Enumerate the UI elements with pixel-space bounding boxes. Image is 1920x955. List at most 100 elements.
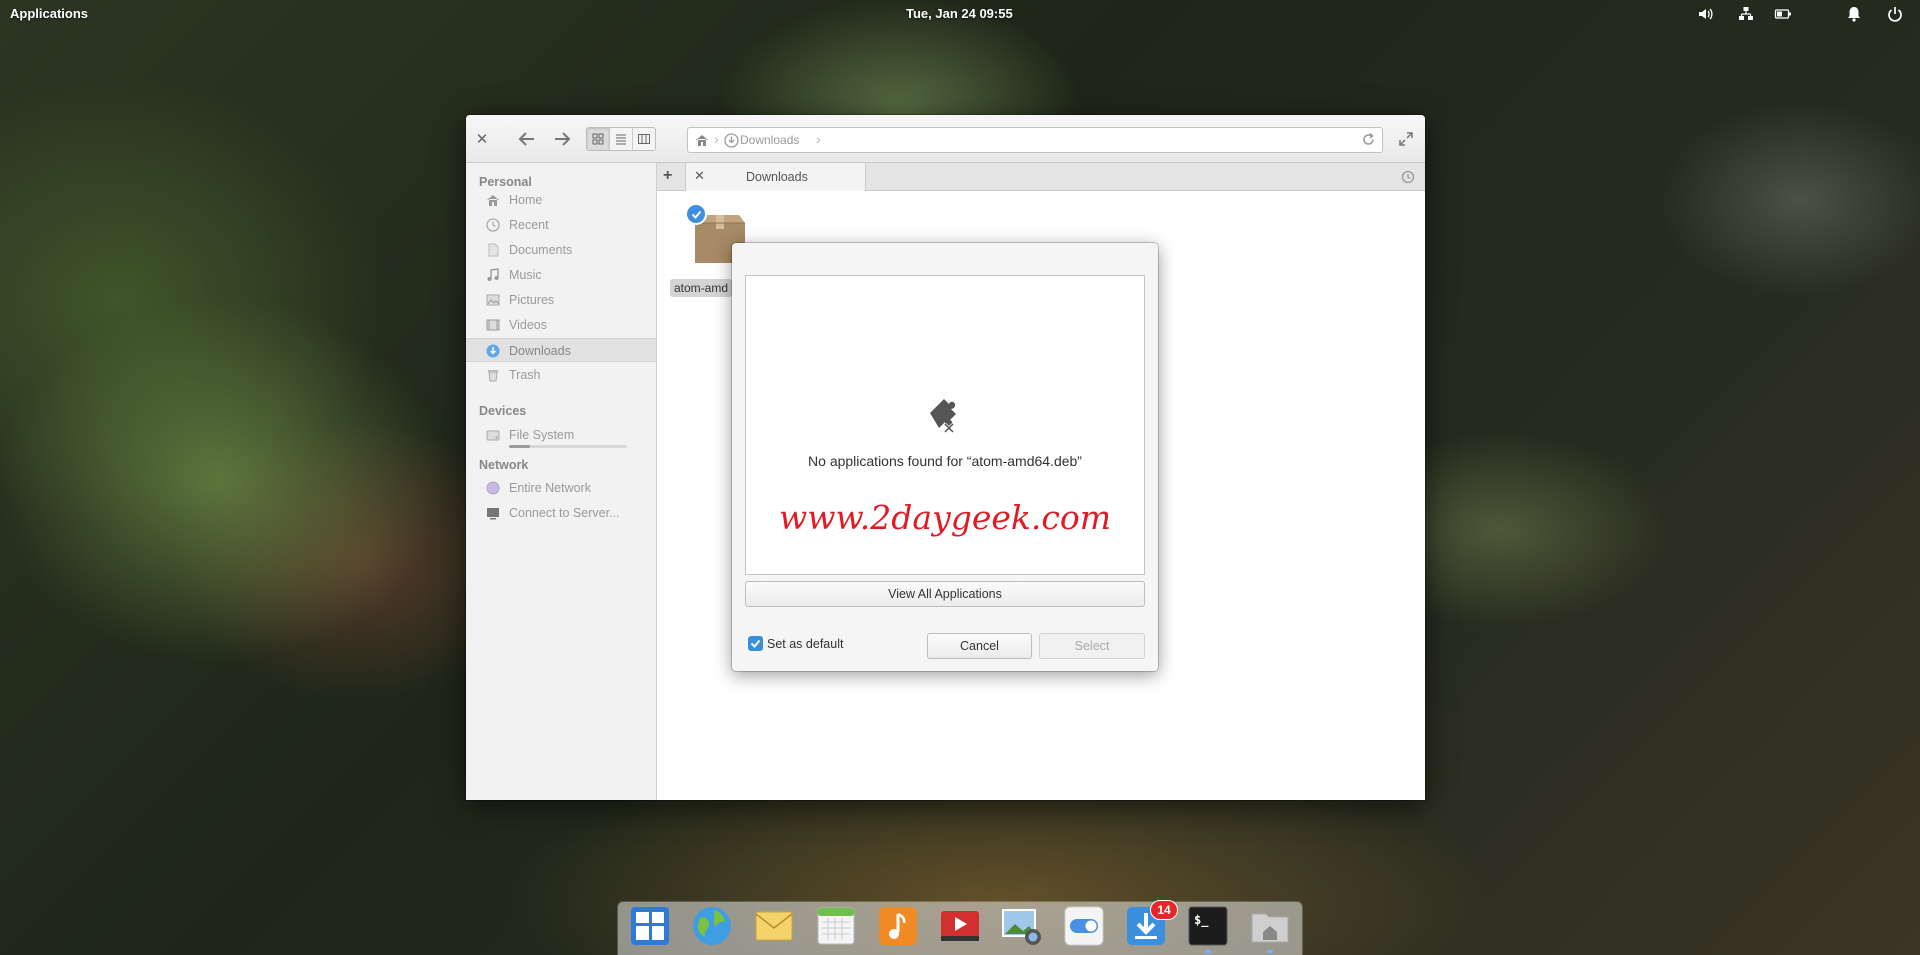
videos-icon xyxy=(941,911,979,941)
maximize-icon xyxy=(1399,132,1413,146)
sidebar-item-pictures[interactable]: Pictures xyxy=(466,288,656,312)
closed-tabs-history-icon[interactable] xyxy=(1401,170,1415,187)
server-icon xyxy=(486,506,500,520)
dock-app-web-browser[interactable] xyxy=(690,904,734,948)
close-tab-button[interactable]: ✕ xyxy=(694,168,705,184)
battery-icon[interactable] xyxy=(1774,5,1792,23)
sidebar-item-label: Downloads xyxy=(509,344,571,358)
cancel-button[interactable]: Cancel xyxy=(927,633,1032,659)
checkmark-icon xyxy=(750,639,761,648)
list-view-button[interactable] xyxy=(610,128,633,150)
crumb-separator-icon: › xyxy=(714,131,719,147)
dock-app-videos[interactable] xyxy=(938,904,982,948)
sidebar-item-home[interactable]: Home xyxy=(466,188,656,212)
update-count-badge: 14 xyxy=(1150,900,1178,920)
settings-toggle-icon xyxy=(1064,906,1104,946)
home-icon[interactable] xyxy=(694,132,710,151)
maximize-button[interactable] xyxy=(1397,130,1415,148)
sidebar-item-downloads[interactable]: Downloads xyxy=(466,338,656,362)
file-name: atom-amd xyxy=(670,279,732,297)
path-crumb-current[interactable]: Downloads xyxy=(740,133,799,147)
terminal-icon: $_ xyxy=(1188,906,1228,946)
sidebar-heading-personal: Personal xyxy=(479,175,532,189)
plus-icon: + xyxy=(663,167,673,184)
recent-icon xyxy=(486,218,500,232)
storage-usage-bar xyxy=(509,445,627,448)
close-icon: ✕ xyxy=(475,131,489,148)
sidebar-heading-network: Network xyxy=(479,458,529,472)
sidebar-item-label: Documents xyxy=(509,243,573,257)
pictures-icon xyxy=(486,293,500,307)
grid-icon xyxy=(592,133,604,145)
sidebar-item-documents[interactable]: Documents xyxy=(466,238,656,262)
dock-app-appcenter[interactable]: 14 xyxy=(1124,900,1178,948)
arrow-left-icon xyxy=(518,132,534,146)
column-view-button[interactable] xyxy=(633,128,655,150)
clock[interactable]: Tue, Jan 24 09:55 xyxy=(906,6,1013,21)
tab-downloads[interactable]: ✕ Downloads xyxy=(685,163,866,191)
arrow-right-icon xyxy=(555,132,571,146)
power-icon[interactable] xyxy=(1886,5,1904,23)
select-button[interactable]: Select xyxy=(1039,633,1145,659)
sidebar-item-entire-network[interactable]: Entire Network xyxy=(466,476,656,500)
svg-text:$_: $_ xyxy=(1194,913,1209,928)
web-browser-icon xyxy=(693,907,731,945)
running-indicator xyxy=(1267,950,1273,953)
dock-app-music[interactable] xyxy=(876,904,920,948)
sidebar-item-recent[interactable]: Recent xyxy=(466,213,656,237)
sidebar-item-label: Pictures xyxy=(509,293,555,307)
documents-icon xyxy=(486,243,500,257)
downloads-icon xyxy=(486,344,500,358)
videos-icon xyxy=(486,318,500,332)
network-icon[interactable] xyxy=(1737,5,1755,23)
view-all-applications-button[interactable]: View All Applications xyxy=(745,581,1145,607)
dock-app-mail[interactable] xyxy=(752,904,796,948)
sidebar-item-trash[interactable]: Trash xyxy=(466,363,656,387)
close-window-button[interactable]: ✕ xyxy=(474,129,490,149)
sidebar-item-label: Connect to Server... xyxy=(509,506,620,520)
sidebar-item-label: Recent xyxy=(509,218,549,232)
sidebar-item-label: Videos xyxy=(509,318,547,332)
view-mode-switcher xyxy=(586,127,656,151)
dock-app-system-settings[interactable] xyxy=(1062,904,1106,948)
sidebar-heading-devices: Devices xyxy=(479,404,527,418)
top-panel: Applications Tue, Jan 24 09:55 xyxy=(0,0,1920,28)
tab-bar: + ✕ Downloads xyxy=(657,163,1425,191)
dock-app-files[interactable] xyxy=(1248,904,1292,948)
grid-view-button[interactable] xyxy=(587,128,610,150)
list-icon xyxy=(616,134,626,145)
calendar-icon xyxy=(817,907,855,945)
drive-icon xyxy=(486,428,500,442)
trash-icon xyxy=(486,368,500,382)
sidebar-item-label: Trash xyxy=(509,368,541,382)
sidebar-item-connect-server[interactable]: Connect to Server... xyxy=(466,501,656,525)
back-button[interactable] xyxy=(516,128,538,150)
sidebar: Personal Home Recent Documents Music Pic… xyxy=(466,163,657,800)
no-apps-message: No applications found for “atom-amd64.de… xyxy=(808,453,1082,469)
crumb-separator-icon: › xyxy=(816,131,821,147)
sidebar-item-label: Entire Network xyxy=(509,481,591,495)
dock-app-photos[interactable] xyxy=(1000,904,1044,948)
sidebar-item-music[interactable]: Music xyxy=(466,263,656,287)
location-bar[interactable]: › Downloads › xyxy=(687,127,1383,153)
sidebar-item-label: Music xyxy=(509,268,542,282)
dock-app-terminal[interactable]: $_ xyxy=(1186,904,1230,948)
site-watermark: www.2daygeek.com xyxy=(778,498,1112,537)
volume-icon[interactable] xyxy=(1697,5,1715,23)
columns-icon xyxy=(638,134,650,144)
new-tab-button[interactable]: + xyxy=(663,167,672,185)
notification-icon[interactable] xyxy=(1845,5,1863,23)
photos-icon xyxy=(1002,909,1041,945)
music-icon xyxy=(879,907,917,945)
reload-icon[interactable] xyxy=(1361,132,1376,150)
forward-button[interactable] xyxy=(551,128,573,150)
sidebar-item-videos[interactable]: Videos xyxy=(466,313,656,337)
set-default-label[interactable]: Set as default xyxy=(767,637,843,651)
applications-menu[interactable]: Applications xyxy=(10,6,88,21)
music-icon xyxy=(486,268,500,282)
dock-app-calendar[interactable] xyxy=(814,904,858,948)
dock-app-multitasking-view[interactable] xyxy=(628,904,672,948)
set-default-checkbox[interactable] xyxy=(748,636,763,651)
sidebar-item-file-system[interactable]: File System xyxy=(466,423,656,453)
running-indicator xyxy=(1205,950,1211,953)
